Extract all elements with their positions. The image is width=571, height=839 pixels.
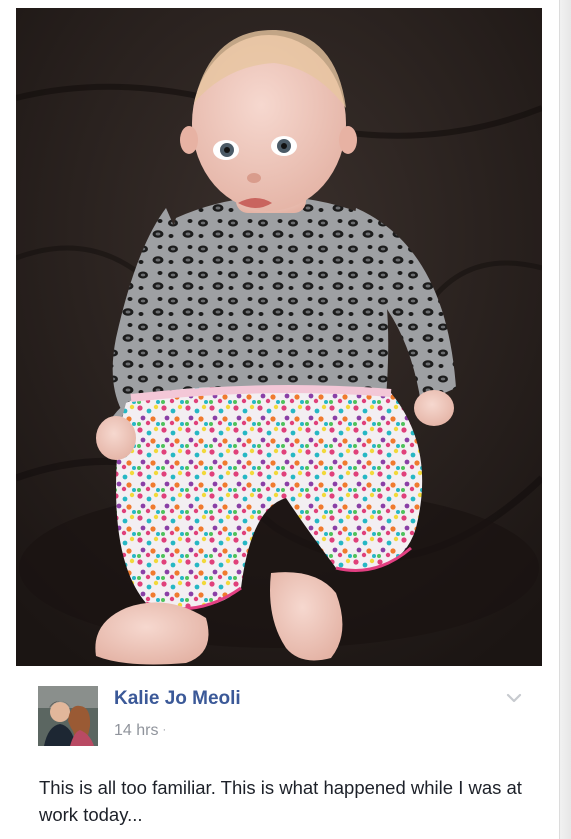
meta-separator: · bbox=[162, 724, 167, 736]
scrollbar[interactable] bbox=[559, 0, 571, 839]
post-options-button[interactable] bbox=[504, 690, 524, 706]
post-card: Kalie Jo Meoli 14 hrs · This is all too f… bbox=[16, 666, 542, 839]
baby-photo-illustration bbox=[16, 8, 542, 666]
post-timestamp[interactable]: 14 hrs bbox=[114, 722, 158, 739]
post-text: This is all too familiar. This is what h… bbox=[39, 777, 522, 825]
avatar-image bbox=[38, 686, 98, 746]
post-photo[interactable] bbox=[16, 8, 542, 666]
chevron-down-icon bbox=[506, 693, 522, 703]
post-meta: 14 hrs · bbox=[114, 722, 166, 740]
author-name[interactable]: Kalie Jo Meoli bbox=[114, 688, 241, 710]
feed-top-edge bbox=[0, 0, 571, 8]
avatar[interactable] bbox=[38, 686, 98, 746]
